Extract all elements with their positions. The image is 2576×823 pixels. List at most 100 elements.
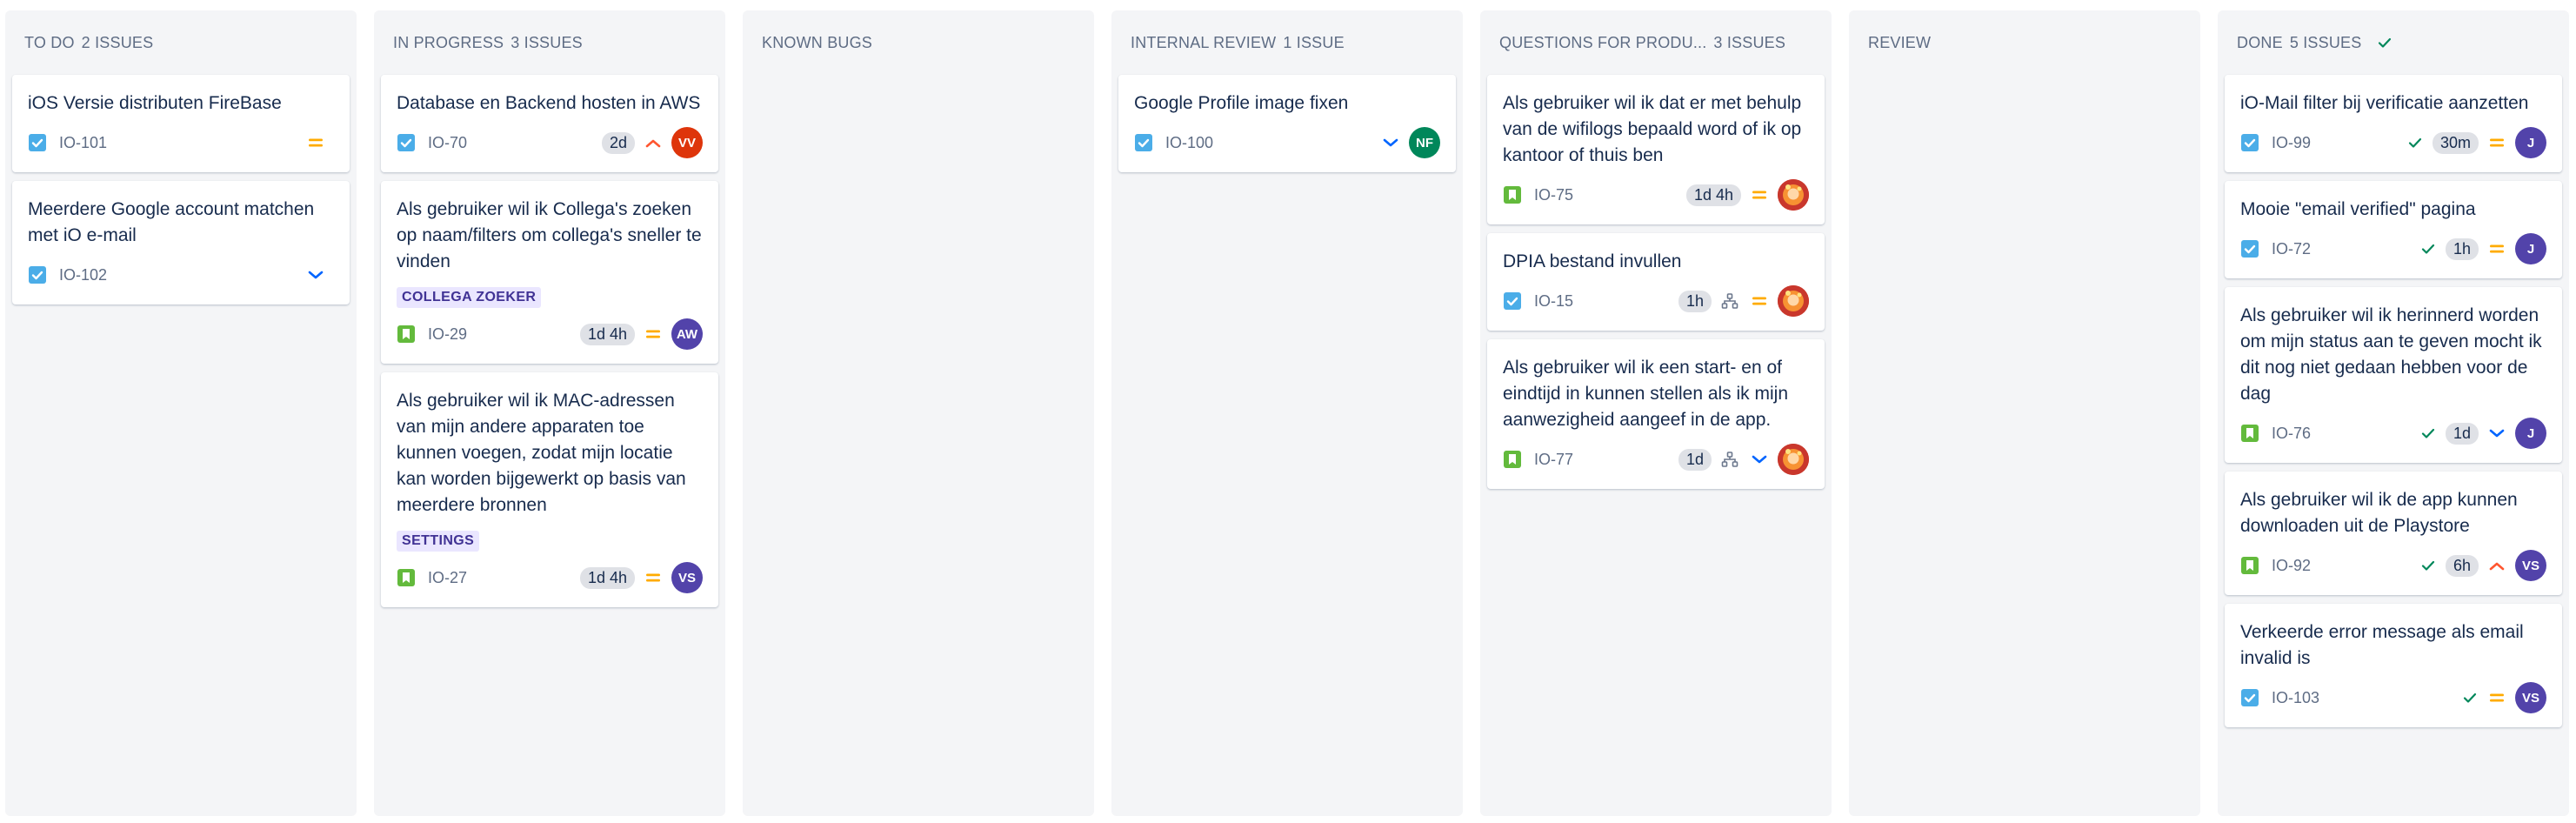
card-meta: IO-99 30m J (2240, 127, 2546, 158)
task-icon (1134, 133, 1153, 152)
column-title: TO DO (24, 33, 75, 51)
subtasks-icon (1720, 291, 1739, 311)
issue-key[interactable]: IO-102 (59, 266, 107, 284)
story-icon (2240, 424, 2259, 443)
column-questions-for-produ: QUESTIONS FOR PRODU... 3 ISSUES Als gebrui… (1480, 10, 1832, 816)
card-meta: IO-76 1d J (2240, 418, 2546, 449)
assignee-avatar[interactable]: NF (1409, 127, 1440, 158)
resolved-check-icon (2419, 557, 2437, 574)
issue-summary: Verkeerde error message als email invali… (2240, 622, 2524, 668)
issue-key[interactable]: IO-29 (428, 325, 467, 344)
assignee-avatar[interactable] (1778, 285, 1809, 317)
column-header[interactable]: TO DO 2 ISSUES (5, 10, 357, 75)
issue-summary: iO-Mail filter bij verificatie aanzetten (2240, 93, 2529, 113)
priority-medium-icon (644, 568, 663, 587)
column-known-bugs: KNOWN BUGS (743, 10, 1094, 816)
issue-summary: DPIA bestand invullen (1503, 251, 1682, 271)
issue-count: 3 ISSUES (511, 33, 583, 51)
story-icon (1503, 185, 1522, 204)
estimate-badge: 1d 4h (579, 566, 635, 589)
issue-card[interactable]: Als gebruiker wil ik herinnerd worden om… (2225, 287, 2562, 463)
column-title: INTERNAL REVIEW (1131, 33, 1277, 51)
column-header[interactable]: DONE 5 ISSUES (2218, 10, 2569, 75)
issue-key[interactable]: IO-72 (2272, 240, 2311, 258)
issue-key[interactable]: IO-70 (428, 134, 467, 152)
issue-card[interactable]: DPIA bestand invullen IO-15 1h (1487, 233, 1825, 331)
assignee-avatar[interactable] (1778, 444, 1809, 475)
issue-card[interactable]: Als gebruiker wil ik een start- en of ei… (1487, 339, 1825, 489)
estimate-badge: 6h (2445, 554, 2479, 577)
estimate-badge: 1d 4h (579, 323, 635, 345)
column-header[interactable]: KNOWN BUGS (743, 10, 1094, 75)
story-icon (1503, 450, 1522, 469)
issue-count: 5 ISSUES (2289, 33, 2362, 51)
card-meta: IO-15 1h (1503, 285, 1809, 317)
story-icon (2240, 556, 2259, 575)
assignee-avatar[interactable]: J (2515, 233, 2546, 264)
issue-card[interactable]: Mooie "email verified" pagina IO-72 1h J (2225, 181, 2562, 278)
column-title: IN PROGRESS (393, 33, 504, 51)
issue-summary: Database en Backend hosten in AWS (397, 93, 701, 113)
estimate-badge: 1d (2445, 422, 2479, 445)
issue-card[interactable]: Meerdere Google account matchen met iO e… (12, 181, 350, 304)
issue-key[interactable]: IO-101 (59, 134, 107, 152)
issue-key[interactable]: IO-76 (2272, 425, 2311, 443)
column-header[interactable]: IN PROGRESS 3 ISSUES (374, 10, 725, 75)
issue-count: 1 ISSUE (1283, 33, 1345, 51)
column-internal-review: INTERNAL REVIEW 1 ISSUE Google Profile ima… (1111, 10, 1463, 816)
issue-card[interactable]: Als gebruiker wil ik MAC-adressen van mi… (381, 372, 718, 607)
issue-key[interactable]: IO-100 (1165, 134, 1213, 152)
issue-key[interactable]: IO-27 (428, 569, 467, 587)
estimate-badge: 1d 4h (1685, 184, 1741, 206)
assignee-avatar[interactable]: J (2515, 127, 2546, 158)
issue-card[interactable]: Google Profile image fixen IO-100 NF (1118, 75, 1456, 172)
estimate-badge: 1d (1678, 448, 1712, 471)
resolved-check-icon (2461, 689, 2479, 706)
column-title: QUESTIONS FOR PRODU... (1499, 33, 1707, 51)
issue-summary: iOS Versie distributen FireBase (28, 93, 282, 113)
issue-card[interactable]: Verkeerde error message als email invali… (2225, 604, 2562, 727)
column-title: KNOWN BUGS (762, 33, 873, 51)
column-header[interactable]: INTERNAL REVIEW 1 ISSUE (1111, 10, 1463, 75)
issue-key[interactable]: IO-92 (2272, 557, 2311, 575)
card-list: Als gebruiker wil ik dat er met behulp v… (1480, 75, 1832, 489)
story-icon (397, 325, 416, 344)
issue-card[interactable]: iO-Mail filter bij verificatie aanzetten… (2225, 75, 2562, 172)
issue-summary: Als gebruiker wil ik een start- en of ei… (1503, 358, 1789, 430)
subtasks-icon (1720, 450, 1739, 469)
column-header[interactable]: QUESTIONS FOR PRODU... 3 ISSUES (1480, 10, 1832, 75)
card-meta: IO-101 (28, 127, 334, 158)
issue-summary: Mooie "email verified" pagina (2240, 199, 2476, 219)
issue-key[interactable]: IO-103 (2272, 689, 2319, 707)
assignee-avatar[interactable] (1778, 179, 1809, 211)
issue-summary: Als gebruiker wil ik Collega's zoeken op… (397, 199, 702, 271)
issue-card[interactable]: Als gebruiker wil ik dat er met behulp v… (1487, 75, 1825, 224)
assignee-avatar[interactable]: VS (2515, 550, 2546, 581)
assignee-avatar[interactable]: VV (671, 127, 703, 158)
column-header[interactable]: REVIEW (1849, 10, 2200, 75)
issue-key[interactable]: IO-75 (1534, 186, 1573, 204)
assignee-avatar[interactable]: AW (671, 318, 703, 350)
resolved-check-icon (2419, 240, 2437, 258)
priority-low-icon (1381, 133, 1400, 152)
estimate-badge: 1h (1678, 290, 1712, 312)
column-to-do: TO DO 2 ISSUES iOS Versie distributen Fire… (5, 10, 357, 816)
issue-summary: Google Profile image fixen (1134, 93, 1349, 113)
issue-card[interactable]: Als gebruiker wil ik Collega's zoeken op… (381, 181, 718, 364)
issue-key[interactable]: IO-99 (2272, 134, 2311, 152)
assignee-avatar[interactable]: VS (671, 562, 703, 593)
issue-card[interactable]: Database en Backend hosten in AWS IO-70 2d… (381, 75, 718, 172)
column-done: DONE 5 ISSUES iO-Mail filter bij verificat… (2218, 10, 2569, 816)
issue-summary: Als gebruiker wil ik herinnerd worden om… (2240, 305, 2542, 404)
task-icon (2240, 688, 2259, 707)
assignee-avatar[interactable]: J (2515, 418, 2546, 449)
issue-card[interactable]: iOS Versie distributen FireBase IO-101 (12, 75, 350, 172)
assignee-avatar[interactable]: VS (2515, 682, 2546, 713)
issue-key[interactable]: IO-77 (1534, 451, 1573, 469)
issue-key[interactable]: IO-15 (1534, 292, 1573, 311)
epic-label[interactable]: SETTINGS (397, 531, 480, 552)
done-check-icon (2375, 33, 2394, 52)
epic-label[interactable]: COLLEGA ZOEKER (397, 287, 542, 308)
issue-card[interactable]: Als gebruiker wil ik de app kunnen downl… (2225, 472, 2562, 595)
priority-medium-icon (1750, 185, 1769, 204)
